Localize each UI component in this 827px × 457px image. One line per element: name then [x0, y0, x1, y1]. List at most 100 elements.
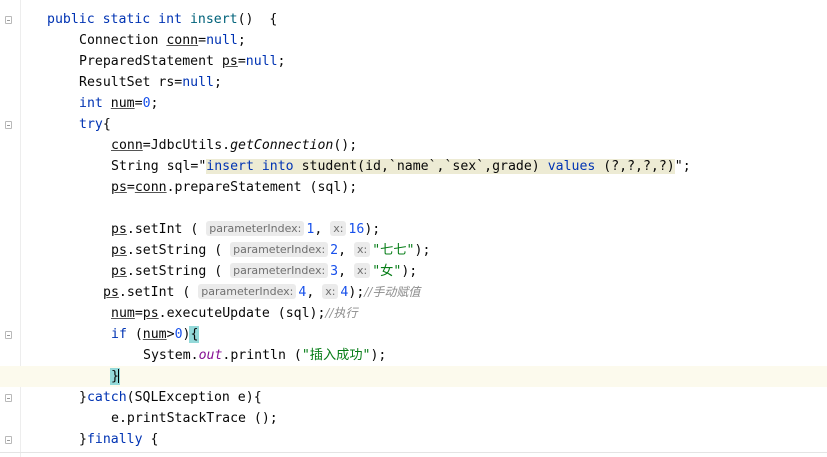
current-code-line[interactable]: } — [0, 366, 827, 387]
number-literal: 0 — [142, 96, 151, 111]
code-text: ; — [150, 96, 159, 111]
code-line[interactable]: }finally { — [0, 429, 827, 450]
sql-text: student(id,`name`,`sex`,grade) — [293, 159, 548, 174]
variable: ps — [221, 54, 238, 69]
code-line[interactable]: Connection conn=null; — [0, 30, 827, 51]
number-literal: 2 — [330, 243, 339, 258]
code-text: ); — [414, 243, 431, 258]
code-text: PreparedStatement — [79, 54, 222, 69]
code-text: .println ( — [222, 348, 302, 363]
variable: num — [110, 96, 135, 111]
code-text: { — [102, 117, 111, 132]
parameter-hint: parameterIndex: — [198, 284, 297, 299]
code-line[interactable]: PreparedStatement ps=null; — [0, 51, 827, 72]
code-line[interactable]: e.printStackTrace (); — [0, 408, 827, 429]
code-text: =JdbcUtils. — [142, 138, 231, 153]
code-text: .setInt ( — [118, 285, 199, 300]
code-keyword: null — [245, 54, 278, 69]
sql-text: (?,?,?,?) — [595, 159, 675, 174]
code-text: = — [134, 96, 143, 111]
code-comment: //手动赋值 — [364, 285, 421, 299]
code-text: "; — [674, 159, 691, 174]
variable: ps — [111, 264, 127, 279]
code-text: String sql=" — [111, 159, 207, 174]
code-line[interactable]: public static int insert() { — [0, 9, 827, 30]
code-text: System. — [143, 348, 199, 363]
code-line[interactable]: ps.setString ( parameterIndex: 3, x: "女"); — [0, 261, 827, 282]
code-text: Connection — [79, 33, 167, 48]
code-text: () { — [237, 12, 278, 27]
code-line[interactable]: ps.setInt ( parameterIndex: 1, x: 16); — [0, 219, 827, 240]
code-keyword: null — [182, 75, 214, 90]
variable: ps — [111, 243, 127, 258]
code-text: .setInt ( — [126, 222, 207, 237]
code-text: = — [134, 306, 143, 321]
code-line[interactable]: System.out.println ("插入成功"); — [0, 345, 827, 366]
code-line[interactable]: int num=0; — [0, 93, 827, 114]
code-text: } — [79, 390, 87, 405]
text-caret — [117, 368, 119, 383]
variable: num — [142, 327, 167, 342]
parameter-hint: x: — [322, 284, 339, 299]
code-text: } — [79, 432, 87, 447]
code-text: = — [237, 54, 246, 69]
code-line[interactable]: num=ps.executeUpdate (sql);//执行 — [0, 303, 827, 324]
code-text: e.printStackTrace (); — [111, 411, 278, 426]
number-literal: 0 — [174, 327, 183, 342]
editor-bottom-divider — [0, 452, 827, 453]
code-keyword: finally — [86, 432, 143, 447]
code-text: { — [142, 432, 159, 447]
code-text: ; — [277, 54, 286, 69]
code-line[interactable]: if (num>0){ — [0, 324, 827, 345]
number-literal: 3 — [330, 264, 339, 279]
code-text: , — [338, 264, 355, 279]
code-line[interactable]: String sql="insert into student(id,`name… — [0, 156, 827, 177]
code-line[interactable]: ps.setString ( parameterIndex: 2, x: "七七")… — [0, 240, 827, 261]
code-line[interactable]: ps=conn.prepareStatement (sql); — [0, 177, 827, 198]
code-text: ( — [126, 327, 143, 342]
code-text: , — [314, 222, 331, 237]
code-keyword: int — [79, 96, 103, 111]
code-text: , — [338, 243, 355, 258]
code-keyword: try — [79, 117, 103, 132]
method-name: insert — [189, 12, 238, 27]
variable: conn — [134, 180, 167, 195]
code-text: ); — [370, 348, 387, 363]
code-keyword: public static int — [47, 12, 182, 27]
code-editor[interactable]: public static int insert() { Connection … — [0, 0, 827, 457]
code-comment: //执行 — [325, 306, 358, 320]
code-text: ); — [348, 285, 365, 300]
variable: ps — [111, 222, 127, 237]
sql-injection-fragment: insert into student(id,`name`,`sex`,grad… — [206, 159, 675, 174]
variable: conn — [111, 138, 143, 153]
code-keyword: catch — [86, 390, 127, 405]
code-text: .executeUpdate (sql); — [158, 306, 326, 321]
parameter-hint: x: — [354, 242, 371, 257]
code-line[interactable]: conn=JdbcUtils.getConnection(); — [0, 135, 827, 156]
code-keyword: null — [206, 33, 238, 48]
code-line[interactable]: ps.setInt ( parameterIndex: 4, x: 4);//手动赋… — [0, 282, 827, 303]
code-text: (); — [333, 138, 358, 153]
parameter-hint: parameterIndex: — [230, 263, 329, 278]
code-text: ); — [401, 264, 418, 279]
matched-brace: { — [189, 326, 200, 343]
code-line[interactable]: try{ — [0, 114, 827, 135]
code-text: .setString ( — [126, 243, 231, 258]
string-literal: "女" — [372, 264, 402, 279]
code-text: .prepareStatement (sql); — [166, 180, 358, 195]
static-field: out — [198, 348, 223, 363]
code-line[interactable]: }catch(SQLException e){ — [0, 387, 827, 408]
static-method: getConnection — [230, 138, 334, 153]
string-literal: "插入成功" — [301, 348, 371, 363]
code-text: .setString ( — [126, 264, 231, 279]
parameter-hint: x: — [354, 263, 371, 278]
string-literal: "七七" — [372, 243, 415, 258]
code-text: = — [126, 180, 135, 195]
code-keyword: if — [111, 327, 127, 342]
code-text: (SQLException e){ — [126, 390, 262, 405]
code-text: = — [198, 33, 207, 48]
sql-keyword: values — [547, 159, 596, 174]
sql-keyword: insert into — [206, 159, 294, 174]
code-line[interactable]: ResultSet rs=null; — [0, 72, 827, 93]
